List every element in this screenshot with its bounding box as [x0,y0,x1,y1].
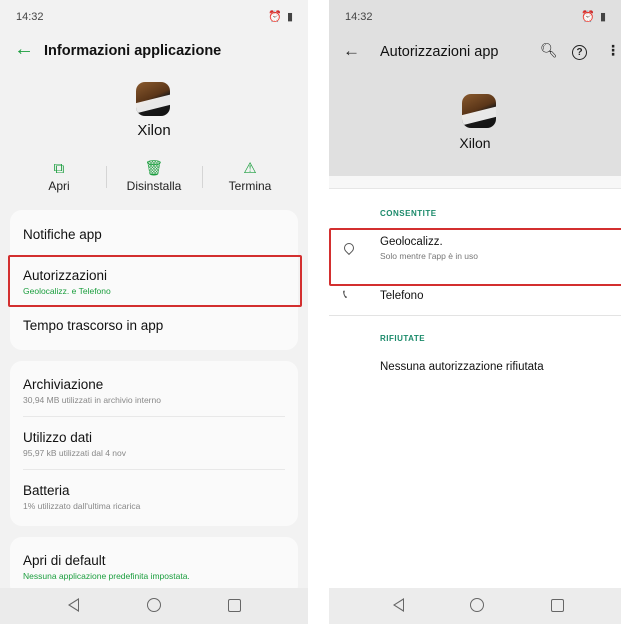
force-stop-label: Termina [228,179,272,193]
divider [23,416,285,417]
denied-empty-label: Nessuna autorizzazione rifiutata [380,361,544,373]
denied-section-header: RIFIUTATE [380,334,426,343]
battery-item[interactable]: Batteria 1% utilizzato dall'ultima ricar… [23,483,285,511]
permission-item-phone[interactable]: Telefono [380,290,423,302]
nav-recents-icon[interactable] [228,599,241,612]
search-icon[interactable]: 🔍︎ [540,42,558,59]
trash-icon: 🗑 [144,160,164,177]
notifications-item[interactable]: Notifiche app [23,227,285,242]
nav-recents-icon[interactable] [551,599,564,612]
data-usage-item[interactable]: Utilizzo dati 95,97 kB utilizzati dal 4 … [23,430,285,458]
nav-back-icon[interactable] [393,598,404,612]
screen-time-title: Tempo trascorso in app [23,318,164,333]
back-arrow-icon[interactable]: ← [343,41,360,61]
action-divider [202,166,203,188]
denied-empty-text: Nessuna autorizzazione rifiutata [380,361,544,373]
nav-home-icon[interactable] [147,598,161,612]
permission-title: Telefono [380,290,424,302]
data-usage-subtitle: 95,97 kB utilizzati dal 4 nov [23,448,127,458]
status-bar: 14:32 ⏰ ▮ [329,0,621,30]
more-options-icon[interactable]: ⋮ [606,42,620,59]
open-by-default-title: Apri di default [23,553,106,568]
open-label: Apri [48,179,70,193]
nav-back-icon[interactable] [68,598,79,612]
nav-home-icon[interactable] [470,598,484,612]
status-icons: ⏰ ▮ [581,11,607,23]
storage-subtitle: 30,94 MB utilizzati in archivio interno [23,395,161,405]
app-name: Xilon [137,122,171,139]
status-bar: 14:32 ⏰ ▮ [0,0,308,30]
warning-icon: ⚠ [243,160,257,177]
help-icon[interactable]: ? [572,42,587,60]
highlight-box [329,228,621,286]
battery-title: Batteria [23,483,70,498]
open-icon: ⧉ [53,160,65,177]
highlight-box [8,255,302,307]
app-logo-icon [462,94,496,128]
settings-card-2: Archiviazione 30,94 MB utilizzati in arc… [10,361,298,526]
status-time: 14:32 [345,11,373,23]
storage-title: Archiviazione [23,377,104,392]
notifications-title: Notifiche app [23,227,102,242]
force-stop-button[interactable]: ⚠ Termina [205,160,295,193]
phone-icon: 📞︎ [343,287,348,301]
page-title: Informazioni applicazione [44,43,222,59]
navigation-bar [329,588,621,624]
allowed-section-header: CONSENTITE [380,209,437,218]
data-usage-title: Utilizzo dati [23,430,93,445]
status-icons: ⏰ ▮ [268,11,294,23]
screen-time-item[interactable]: Tempo trascorso in app [23,318,285,333]
action-divider [106,166,107,188]
open-by-default-item[interactable]: Apri di default Nessuna applicazione pre… [23,553,285,581]
app-info-header: ← Informazioni applicazione [0,36,308,66]
uninstall-label: Disinstalla [126,179,182,193]
app-permissions-screen: 14:32 ⏰ ▮ ← Autorizzazioni app 🔍︎ ? ⋮ Xi… [329,0,621,624]
divider [23,469,285,470]
open-button[interactable]: ⧉ Apri [14,160,104,193]
page-title: Autorizzazioni app [380,44,499,60]
header-divider [329,176,621,189]
open-by-default-subtitle: Nessuna applicazione predefinita imposta… [23,571,190,581]
section-divider [329,315,621,316]
app-info-screen: 14:32 ⏰ ▮ ← Informazioni applicazione Xi… [0,0,308,624]
back-arrow-icon[interactable]: ← [14,39,34,59]
uninstall-button[interactable]: 🗑 Disinstalla [109,160,199,193]
navigation-bar [0,588,308,624]
battery-subtitle: 1% utilizzato dall'ultima ricarica [23,501,141,511]
app-logo-icon [136,82,170,116]
storage-item[interactable]: Archiviazione 30,94 MB utilizzati in arc… [23,377,285,405]
status-time: 14:32 [16,11,44,23]
app-actions: ⧉ Apri 🗑 Disinstalla ⚠ Termina [0,160,308,200]
app-name: Xilon [459,135,491,151]
